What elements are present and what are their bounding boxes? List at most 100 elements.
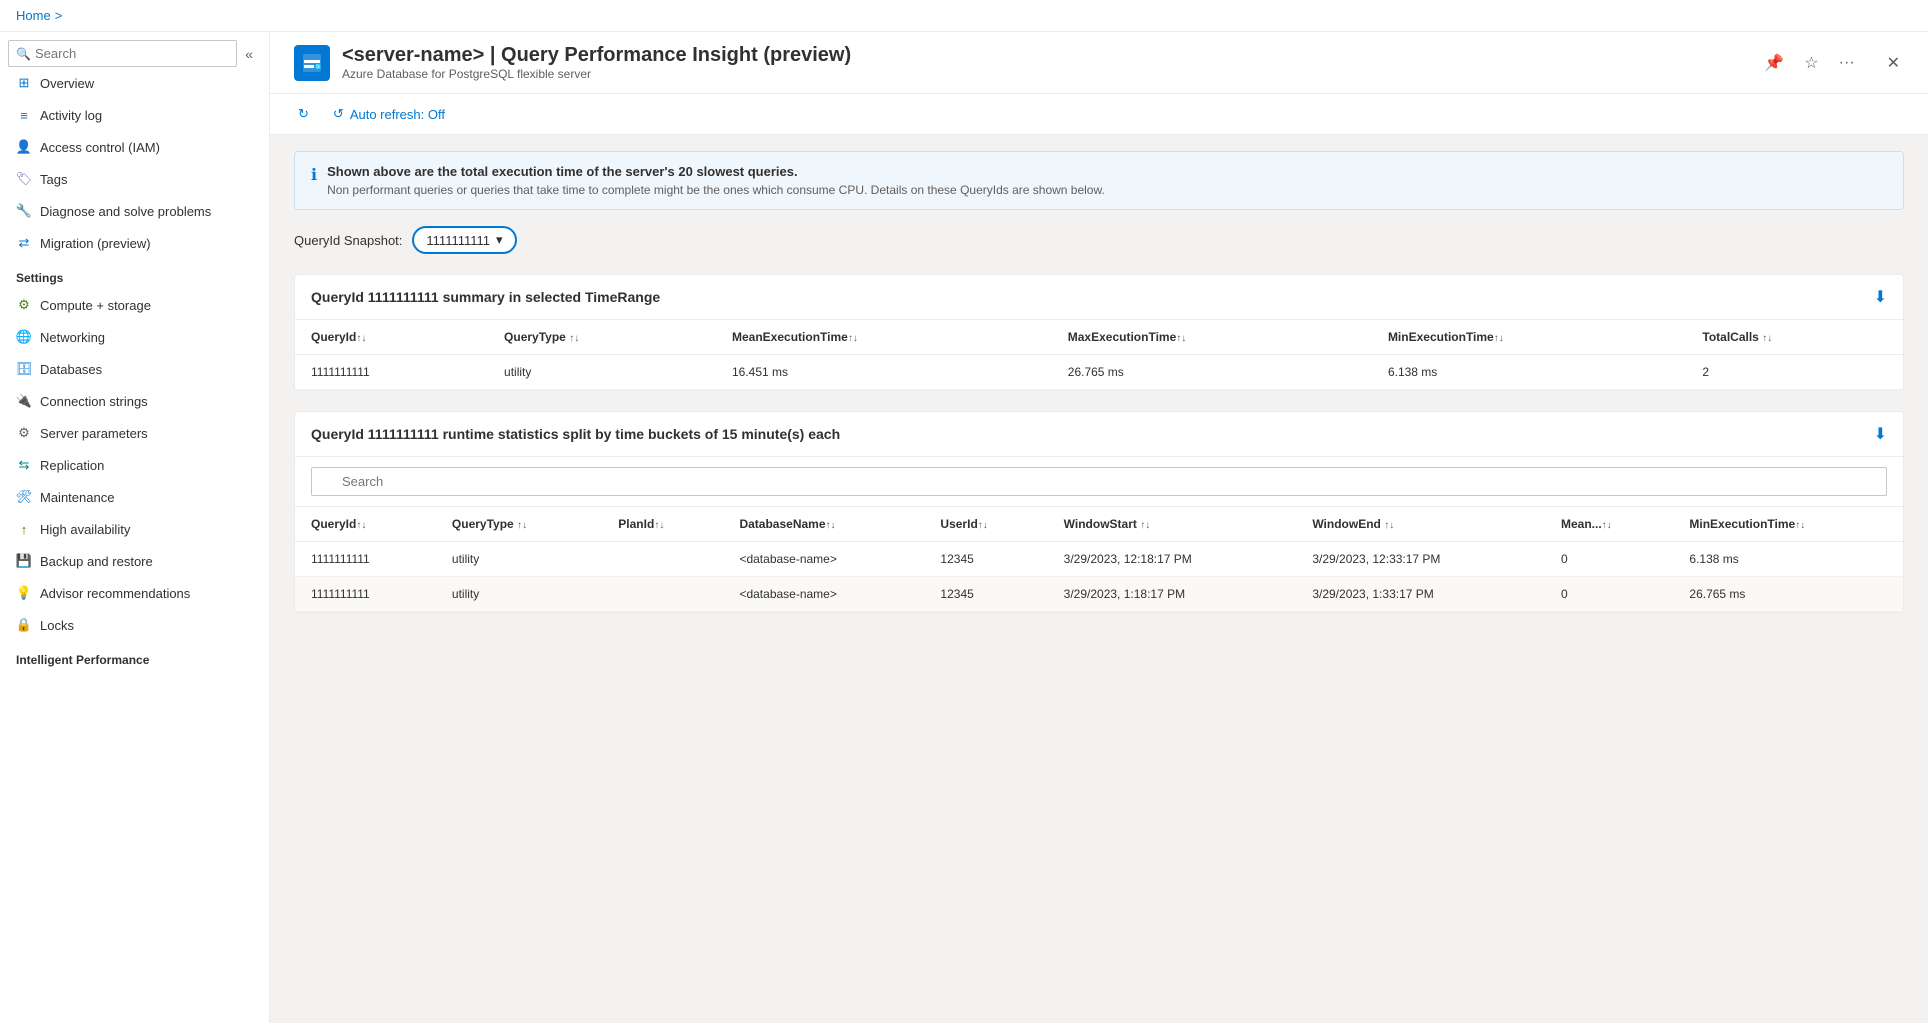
rt-col-window-start[interactable]: WindowStart ↑↓ — [1048, 507, 1297, 542]
summary-table: QueryId↑↓ QueryType ↑↓ MeanExecutionTime… — [295, 320, 1903, 390]
cell-mean-exec: 16.451 ms — [716, 355, 1052, 390]
sidebar-item-networking-label: Networking — [40, 330, 105, 345]
sidebar-item-advisor[interactable]: 💡 Advisor recommendations — [0, 577, 269, 609]
page-title-group: <server-name> | Query Performance Insigh… — [342, 44, 851, 81]
diagnose-icon: 🔧 — [16, 203, 32, 219]
rt-cell-db-name-0: <database-name> — [723, 542, 924, 577]
col-query-type[interactable]: QueryType ↑↓ — [488, 320, 716, 355]
sidebar-item-locks[interactable]: 🔒 Locks — [0, 609, 269, 641]
page-subtitle: Azure Database for PostgreSQL flexible s… — [342, 67, 851, 81]
refresh-button[interactable]: ↻ — [294, 102, 313, 126]
snapshot-dropdown[interactable]: 1111111111 ▾ — [412, 226, 516, 254]
sidebar-item-access-control[interactable]: 👤 Access control (IAM) — [0, 131, 269, 163]
runtime-section-header: QueryId 1111111111 runtime statistics sp… — [295, 412, 1903, 457]
sidebar-item-compute-storage[interactable]: ⚙ Compute + storage — [0, 289, 269, 321]
col-total-calls[interactable]: TotalCalls ↑↓ — [1686, 320, 1903, 355]
rt-cell-query-id-0: 1111111111 — [295, 542, 436, 577]
search-icon: 🔍 — [16, 47, 31, 61]
sidebar-item-connection-strings[interactable]: 🔌 Connection strings — [0, 385, 269, 417]
sidebar-item-replication[interactable]: ⇆ Replication — [0, 449, 269, 481]
runtime-table: QueryId↑↓ QueryType ↑↓ PlanId↑↓ Database… — [295, 507, 1903, 612]
col-max-exec[interactable]: MaxExecutionTime↑↓ — [1052, 320, 1372, 355]
sidebar-item-networking[interactable]: 🌐 Networking — [0, 321, 269, 353]
page-header-left: <server-name> | Query Performance Insigh… — [294, 44, 851, 81]
summary-section-header: QueryId 1111111111 summary in selected T… — [295, 275, 1903, 320]
rt-col-query-type[interactable]: QueryType ↑↓ — [436, 507, 602, 542]
page-header: <server-name> | Query Performance Insigh… — [270, 32, 1928, 94]
migration-icon: ⇄ — [16, 235, 32, 251]
connection-strings-icon: 🔌 — [16, 393, 32, 409]
sidebar-collapse-button[interactable]: « — [237, 42, 261, 66]
runtime-search-input[interactable] — [311, 467, 1887, 496]
activity-log-icon: ≡ — [16, 107, 32, 123]
col-min-exec[interactable]: MinExecutionTime↑↓ — [1372, 320, 1686, 355]
dropdown-chevron-icon: ▾ — [496, 232, 503, 248]
intelligent-section-header: Intelligent Performance — [0, 641, 269, 671]
close-button[interactable]: ✕ — [1883, 49, 1904, 77]
runtime-download-button[interactable]: ⬇ — [1874, 424, 1887, 444]
sidebar-item-overview[interactable]: ⊞ Overview — [0, 67, 269, 99]
info-banner-detail: Non performant queries or queries that t… — [327, 183, 1105, 197]
sidebar-item-maintenance[interactable]: 🛠 Maintenance — [0, 481, 269, 513]
col-mean-exec[interactable]: MeanExecutionTime↑↓ — [716, 320, 1052, 355]
breadcrumb-bar: Home > — [0, 0, 1928, 32]
rt-cell-user-id-1: 12345 — [924, 577, 1047, 612]
cell-query-id: 1111111111 — [295, 355, 488, 390]
sidebar-item-diagnose[interactable]: 🔧 Diagnose and solve problems — [0, 195, 269, 227]
search-input[interactable] — [8, 40, 237, 67]
sidebar-item-backup-restore-label: Backup and restore — [40, 554, 153, 569]
rt-col-plan-id[interactable]: PlanId↑↓ — [602, 507, 723, 542]
breadcrumb[interactable]: Home > — [16, 8, 62, 23]
page-header-icon — [294, 45, 330, 81]
sidebar-item-locks-label: Locks — [40, 618, 74, 633]
summary-table-header-row: QueryId↑↓ QueryType ↑↓ MeanExecutionTime… — [295, 320, 1903, 355]
cell-total-calls: 2 — [1686, 355, 1903, 390]
rt-col-db-name[interactable]: DatabaseName↑↓ — [723, 507, 924, 542]
rt-col-user-id[interactable]: UserId↑↓ — [924, 507, 1047, 542]
runtime-search-bar — [295, 457, 1903, 507]
toolbar: ↻ ↺ Auto refresh: Off — [270, 94, 1928, 135]
rt-col-query-id[interactable]: QueryId↑↓ — [295, 507, 436, 542]
content-body: ℹ Shown above are the total execution ti… — [270, 135, 1928, 1023]
col-query-id[interactable]: QueryId↑↓ — [295, 320, 488, 355]
sidebar-item-migration-label: Migration (preview) — [40, 236, 151, 251]
sidebar-item-high-availability[interactable]: ↑ High availability — [0, 513, 269, 545]
auto-refresh-button[interactable]: ↺ Auto refresh: Off — [329, 102, 449, 126]
sidebar-item-high-availability-label: High availability — [40, 522, 130, 537]
sidebar-item-databases-label: Databases — [40, 362, 102, 377]
sidebar-item-advisor-label: Advisor recommendations — [40, 586, 190, 601]
rt-cell-window-start-0: 3/29/2023, 12:18:17 PM — [1048, 542, 1297, 577]
rt-cell-window-end-0: 3/29/2023, 12:33:17 PM — [1296, 542, 1545, 577]
pin-button[interactable]: 📌 — [1760, 49, 1788, 77]
sidebar-item-server-parameters[interactable]: ⚙ Server parameters — [0, 417, 269, 449]
tags-icon: 🏷 — [16, 171, 32, 187]
favorite-button[interactable]: ☆ — [1800, 49, 1822, 77]
rt-cell-query-id-1: 1111111111 — [295, 577, 436, 612]
breadcrumb-home[interactable]: Home — [16, 8, 51, 23]
rt-col-min-exec[interactable]: MinExecutionTime↑↓ — [1673, 507, 1903, 542]
content-area: <server-name> | Query Performance Insigh… — [270, 32, 1928, 1023]
rt-cell-plan-id-0 — [602, 542, 723, 577]
sidebar-item-migration[interactable]: ⇄ Migration (preview) — [0, 227, 269, 259]
runtime-table-row-1: 1111111111 utility <database-name> 12345… — [295, 577, 1903, 612]
rt-col-mean[interactable]: Mean...↑↓ — [1545, 507, 1673, 542]
backup-restore-icon: 💾 — [16, 553, 32, 569]
info-banner-text: Shown above are the total execution time… — [327, 164, 1105, 197]
rt-cell-mean-1: 0 — [1545, 577, 1673, 612]
runtime-section: QueryId 1111111111 runtime statistics sp… — [294, 411, 1904, 613]
sidebar-item-databases[interactable]: 🗄 Databases — [0, 353, 269, 385]
sidebar-item-tags[interactable]: 🏷 Tags — [0, 163, 269, 195]
rt-col-window-end[interactable]: WindowEnd ↑↓ — [1296, 507, 1545, 542]
more-button[interactable]: ··· — [1835, 50, 1859, 76]
sidebar-item-diagnose-label: Diagnose and solve problems — [40, 204, 211, 219]
sidebar-item-activity-log-label: Activity log — [40, 108, 102, 123]
sidebar-item-backup-restore[interactable]: 💾 Backup and restore — [0, 545, 269, 577]
settings-section-header: Settings — [0, 259, 269, 289]
auto-refresh-label: Auto refresh: Off — [350, 107, 445, 122]
snapshot-label: QueryId Snapshot: — [294, 233, 402, 248]
sidebar-item-activity-log[interactable]: ≡ Activity log — [0, 99, 269, 131]
info-banner-bold: Shown above are the total execution time… — [327, 164, 1105, 179]
rt-cell-min-exec-0: 6.138 ms — [1673, 542, 1903, 577]
rt-cell-query-type-1: utility — [436, 577, 602, 612]
summary-download-button[interactable]: ⬇ — [1874, 287, 1887, 307]
